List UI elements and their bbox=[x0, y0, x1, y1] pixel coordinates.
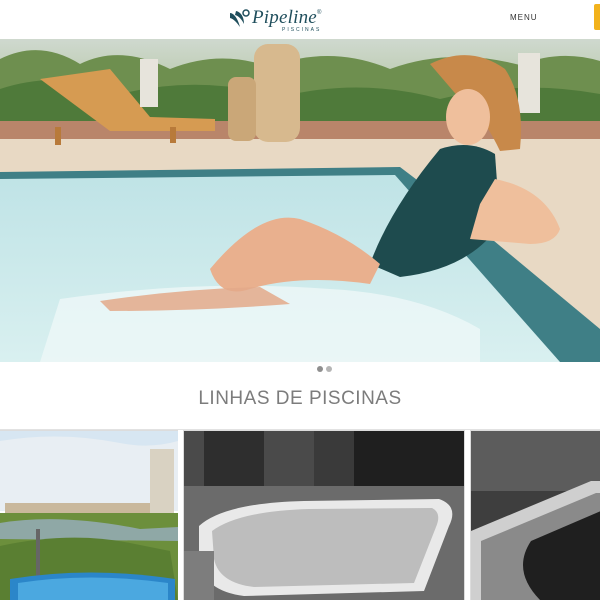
pool-card-image bbox=[471, 431, 600, 600]
hero-image bbox=[0, 39, 600, 362]
pool-card-image bbox=[184, 431, 464, 600]
menu-button[interactable]: MENU bbox=[510, 13, 538, 22]
logo-subtext: PISCINAS bbox=[282, 27, 322, 33]
pool-line-card-1[interactable] bbox=[0, 430, 178, 600]
logo-registered-mark: ® bbox=[317, 10, 322, 16]
slider-dot-2[interactable] bbox=[326, 366, 332, 372]
pipeline-logo[interactable]: Pipeline ® PISCINAS bbox=[228, 6, 328, 34]
wave-logo-icon bbox=[230, 9, 250, 27]
logo-wordmark: Pipeline bbox=[252, 7, 317, 28]
slider-pagination bbox=[317, 366, 332, 372]
hero-slider[interactable] bbox=[0, 39, 600, 362]
site-header: Pipeline ® PISCINAS MENU bbox=[0, 0, 600, 39]
section-title: LINHAS DE PISCINAS bbox=[198, 388, 402, 409]
pool-line-card-3[interactable] bbox=[470, 430, 600, 600]
pool-card-image bbox=[0, 431, 178, 600]
menu-accent-tab[interactable] bbox=[594, 4, 600, 30]
slider-dot-1[interactable] bbox=[317, 366, 323, 372]
pool-line-card-2[interactable] bbox=[183, 430, 465, 600]
